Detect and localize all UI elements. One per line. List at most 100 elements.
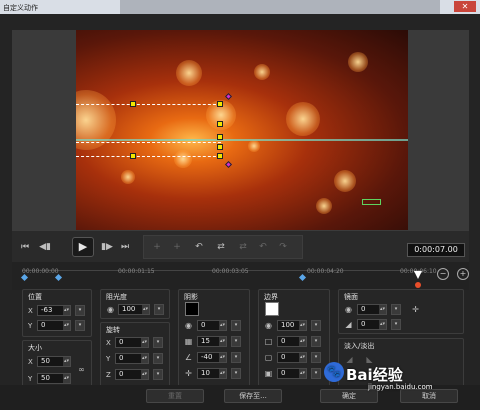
paw-icon: 🐾 — [324, 362, 344, 382]
rotation-x-dropdown[interactable]: ▾ — [153, 337, 163, 348]
remove-keyframe-icon[interactable]: + — [170, 241, 184, 253]
position-panel: 位置 X -63 ▴▾ ▾ Y 0 ▴▾ ▾ — [22, 289, 92, 337]
playhead-dot[interactable] — [415, 282, 421, 288]
handle-center[interactable] — [217, 134, 223, 140]
border-input-1[interactable]: 100 ▴▾ — [277, 320, 307, 331]
tick-label: 00:00:01:15 — [118, 268, 155, 275]
cancel-button[interactable]: 取消 — [400, 389, 458, 403]
time-ruler[interactable]: 00:00:00:00 00:00:01:15 00:00:03:05 00:0… — [20, 268, 437, 288]
go-end-button[interactable]: ⏭ — [118, 241, 132, 253]
shadow-panel: 阴影 ◉ 0 ▴▾ ▾ ▦ 15 ▴▾ ▾ ∠ -40 ▴▾ ▾ ✛ 10 ▴▾ ▾ — [178, 289, 250, 390]
reset-button[interactable]: 重置 — [146, 389, 204, 403]
zoom-out-icon[interactable]: − — [437, 268, 449, 280]
shadow-dropdown-1[interactable]: ▾ — [231, 320, 241, 331]
position-y-dropdown[interactable]: ▾ — [75, 320, 85, 331]
next-frame-button[interactable]: ▮▶ — [100, 241, 114, 253]
zoom-in-icon[interactable]: + — [457, 268, 469, 280]
keyframe-marker[interactable] — [20, 273, 29, 282]
shadow-input-3[interactable]: -40 ▴▾ — [197, 352, 227, 363]
rotate-handle-top[interactable] — [224, 92, 233, 101]
preview-canvas[interactable] — [76, 30, 408, 230]
shadow-input-4[interactable]: 10 ▴▾ — [197, 368, 227, 379]
redo-icon[interactable]: ↷ — [276, 241, 290, 253]
save-as-button[interactable]: 保存至... — [224, 389, 282, 403]
opacity-dropdown[interactable]: ▾ — [154, 304, 164, 315]
title-bar: 自定义动作 ✕ — [0, 0, 480, 14]
size-y-input[interactable]: 50 ▴▾ — [37, 373, 71, 384]
reverse-icon[interactable]: ↶ — [192, 241, 206, 253]
mirror-input-1[interactable]: 0 ▴▾ — [357, 304, 387, 315]
fade-out-icon[interactable]: ◣ — [365, 355, 374, 364]
opacity-panel: 阻光度 ◉ 100 ▴▾ ▾ — [100, 289, 170, 319]
add-keyframe-icon[interactable]: + — [150, 241, 164, 253]
shadow-dropdown-2[interactable]: ▾ — [231, 336, 241, 347]
keyframe-marker[interactable] — [54, 273, 63, 282]
border-dropdown-4[interactable]: ▾ — [311, 368, 321, 379]
undo-icon[interactable]: ↶ — [256, 241, 270, 253]
size-x-input[interactable]: 50 ▴▾ — [37, 356, 71, 367]
opacity-input[interactable]: 100 ▴▾ — [118, 304, 150, 315]
window-close-button[interactable]: ✕ — [454, 1, 476, 12]
mirror-dropdown-1[interactable]: ▾ — [391, 304, 401, 315]
handle-top-right[interactable] — [217, 101, 223, 107]
border-dropdown-3[interactable]: ▾ — [311, 352, 321, 363]
border-soft-icon: ▣ — [264, 369, 273, 378]
rotation-panel: 旋转 X 0 ▴▾ ▾ Y 0 ▴▾ ▾ Z 0 ▴▾ ▾ — [100, 322, 170, 390]
handle-mid-right[interactable] — [217, 121, 223, 127]
border-input-2[interactable]: 0 ▴▾ — [277, 336, 307, 347]
shadow-title: 阴影 — [184, 293, 198, 301]
size-panel: 大小 X 50 ▴▾ Y 50 ▴▾ ∞ — [22, 340, 92, 390]
handle-bottom-right[interactable] — [217, 153, 223, 159]
position-x-input[interactable]: -63 ▴▾ — [37, 305, 71, 316]
go-start-button[interactable]: ⏮ — [18, 241, 32, 253]
rotation-y-label: Y — [106, 355, 111, 363]
shadow-color-swatch[interactable] — [185, 302, 199, 316]
keyframe-tools: + + ↶ ⇄ ⇄ ↶ ↷ — [143, 235, 303, 259]
rotation-z-dropdown[interactable]: ▾ — [153, 369, 163, 380]
fade-in-icon[interactable]: ◢ — [345, 355, 354, 364]
border-input-4[interactable]: 0 ▴▾ — [277, 368, 307, 379]
border-color-swatch[interactable] — [265, 302, 279, 316]
handle-mid-right-2[interactable] — [217, 144, 223, 150]
ok-button[interactable]: 确定 — [320, 389, 378, 403]
swap-disabled-icon[interactable]: ⇄ — [236, 241, 250, 253]
watermark-brand-tail: 经验 — [372, 366, 403, 384]
size-x-label: X — [28, 358, 33, 366]
watermark-brand: Bai — [346, 366, 373, 384]
border-dropdown-1[interactable]: ▾ — [311, 320, 321, 331]
tick-label: 00:00:03:05 — [212, 268, 249, 275]
shadow-input-2[interactable]: 15 ▴▾ — [197, 336, 227, 347]
shadow-dropdown-4[interactable]: ▾ — [231, 368, 241, 379]
play-button[interactable]: ▶ — [72, 237, 94, 257]
border-dropdown-2[interactable]: ▾ — [311, 336, 321, 347]
mirror-input-2[interactable]: 0 ▴▾ — [357, 319, 387, 330]
rotation-y-dropdown[interactable]: ▾ — [153, 353, 163, 364]
keyframe-marker[interactable] — [298, 273, 307, 282]
rotation-y-input[interactable]: 0 ▴▾ — [115, 353, 149, 364]
prev-frame-button[interactable]: ◀▮ — [38, 241, 52, 253]
shadow-distance-icon: ✛ — [185, 369, 192, 378]
window-title: 自定义动作 — [3, 4, 38, 12]
timeline[interactable]: 00:00:00:00 00:00:01:15 00:00:03:05 00:0… — [12, 262, 469, 290]
mirror-distance-icon: ✛ — [412, 305, 419, 314]
shadow-input-1[interactable]: 0 ▴▾ — [197, 320, 227, 331]
position-x-dropdown[interactable]: ▾ — [75, 305, 85, 316]
tick-label: 00:00:04:20 — [307, 268, 344, 275]
border-input-3[interactable]: 0 ▴▾ — [277, 352, 307, 363]
playhead[interactable] — [414, 271, 422, 279]
handle-bottom-middle[interactable] — [130, 153, 136, 159]
mirror-dropdown-2[interactable]: ▾ — [391, 319, 401, 330]
swap-icon[interactable]: ⇄ — [214, 241, 228, 253]
timecode-display[interactable]: 0:00:07.00 — [407, 243, 465, 257]
motion-path-line — [76, 139, 408, 141]
mirror-title: 镜面 — [344, 293, 358, 301]
link-icon[interactable]: ∞ — [77, 365, 86, 374]
shadow-dropdown-3[interactable]: ▾ — [231, 352, 241, 363]
position-y-input[interactable]: 0 ▴▾ — [37, 320, 71, 331]
mirror-panel: 镜面 ◉ 0 ▴▾ ▾ ✛ ◢ 0 ▴▾ ▾ — [338, 289, 464, 334]
rotation-x-input[interactable]: 0 ▴▾ — [115, 337, 149, 348]
handle-top-middle[interactable] — [130, 101, 136, 107]
rotate-handle-bottom[interactable] — [224, 160, 233, 169]
pivot-box[interactable] — [362, 199, 381, 205]
rotation-z-input[interactable]: 0 ▴▾ — [115, 369, 149, 380]
